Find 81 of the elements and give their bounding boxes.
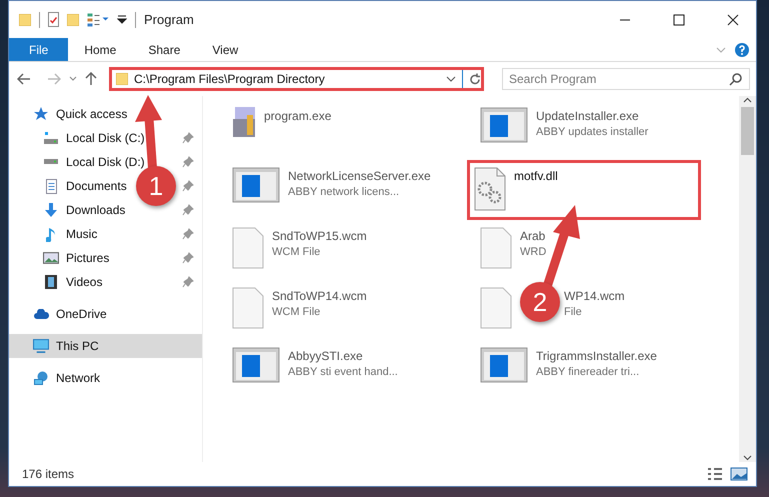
up-arrow-icon[interactable] — [85, 72, 97, 86]
download-icon — [45, 203, 57, 217]
file-description: ABBY network licens... — [288, 186, 400, 198]
monitor-icon — [33, 339, 49, 353]
nav-item[interactable]: Downloads — [66, 203, 126, 217]
drive-icon — [44, 132, 58, 144]
recent-chevron-icon[interactable] — [69, 76, 77, 82]
item-count: 176 items — [22, 467, 74, 481]
address-bar[interactable]: C:\Program Files\Program Directory — [109, 67, 484, 91]
dll-file-icon — [474, 167, 506, 211]
details-view-icon — [706, 466, 724, 482]
ribbon-tab[interactable]: Share — [132, 38, 196, 61]
nav-item[interactable]: Network — [56, 371, 100, 385]
file-name[interactable]: WP14.wcm — [564, 289, 625, 303]
application-icon — [480, 347, 528, 383]
file-icon — [480, 287, 512, 329]
drive-icon — [44, 159, 58, 165]
file-description: WCM File — [272, 306, 322, 318]
scroll-down-icon[interactable] — [743, 453, 752, 462]
customize-arrow-icon — [117, 15, 127, 24]
file-name[interactable]: Arab — [520, 229, 546, 243]
nav-item[interactable]: OneDrive — [56, 307, 107, 321]
nav-item[interactable]: Quick access — [56, 107, 128, 121]
application-icon — [232, 347, 280, 383]
picture-icon — [43, 252, 59, 264]
file-name[interactable]: UpdateInstaller.exe — [536, 109, 648, 123]
dropdown-chevron-icon — [446, 76, 456, 82]
scrollbar-thumb[interactable] — [741, 107, 754, 155]
maximize-icon — [673, 14, 685, 26]
file-description: WCM File — [272, 246, 322, 258]
application-icon — [480, 107, 528, 143]
cloud-icon — [33, 309, 49, 319]
file-description: ABBY finereader tri... — [536, 366, 640, 378]
highlighted-file-tile[interactable]: motfv.dll — [467, 160, 701, 220]
installer-icon — [232, 107, 256, 137]
file-description: ABBY updates installer — [536, 126, 648, 138]
application-icon — [232, 167, 280, 203]
nav-item[interactable]: This PC — [56, 339, 99, 353]
view-options-icon — [87, 12, 109, 26]
file-name[interactable]: program.exe — [264, 109, 332, 123]
star-icon — [33, 106, 49, 122]
document-icon — [46, 178, 56, 194]
ribbon-tab[interactable]: File — [9, 38, 68, 61]
file-name[interactable]: SndToWP15.wcm — [272, 229, 367, 243]
nav-item[interactable]: Documents — [66, 179, 127, 193]
nav-item[interactable]: Local Disk (C:) — [66, 131, 145, 145]
file-name[interactable]: AbbyySTI.exe — [288, 349, 398, 363]
file-icon — [480, 227, 512, 269]
scroll-up-icon[interactable] — [743, 96, 752, 105]
refresh-icon — [469, 73, 481, 85]
file-description: File — [564, 306, 583, 318]
music-note-icon — [46, 226, 56, 242]
nav-item[interactable]: Local Disk (D:) — [66, 155, 145, 169]
network-icon — [33, 371, 49, 385]
nav-item[interactable]: Videos — [66, 275, 102, 289]
close-icon — [727, 14, 739, 26]
file-description: WRD — [520, 246, 546, 258]
search-icon — [729, 72, 743, 86]
file-name[interactable]: NetworkLicenseServer.exe — [288, 169, 431, 183]
window-title: Program — [144, 12, 194, 27]
folder-icon — [19, 14, 31, 26]
film-icon — [45, 275, 57, 289]
file-description: ABBY sti event hand... — [288, 366, 398, 378]
ribbon-tab[interactable]: View — [196, 38, 254, 61]
file-name[interactable]: TrigrammsInstaller.exe — [536, 349, 657, 363]
scrollbar[interactable] — [739, 96, 756, 462]
nav-item[interactable]: Pictures — [66, 251, 110, 265]
large-icons-view-icon — [730, 466, 748, 482]
file-icon — [232, 227, 264, 269]
file-icon — [232, 287, 264, 329]
properties-icon — [48, 12, 59, 27]
nav-item-highlight[interactable]: This PC — [9, 334, 202, 358]
file-name[interactable]: SndToWP14.wcm — [272, 289, 367, 303]
search-field[interactable]: Search Program — [502, 68, 750, 90]
address-path: C:\Program Files\Program Directory — [134, 72, 326, 86]
folder-icon — [116, 73, 128, 85]
back-arrow-icon[interactable] — [17, 73, 31, 85]
nav-item[interactable]: Music — [66, 227, 98, 241]
new-folder-icon — [67, 14, 79, 26]
file-name[interactable]: motfv.dll — [514, 169, 558, 183]
ribbon-tab[interactable]: Home — [68, 38, 132, 61]
